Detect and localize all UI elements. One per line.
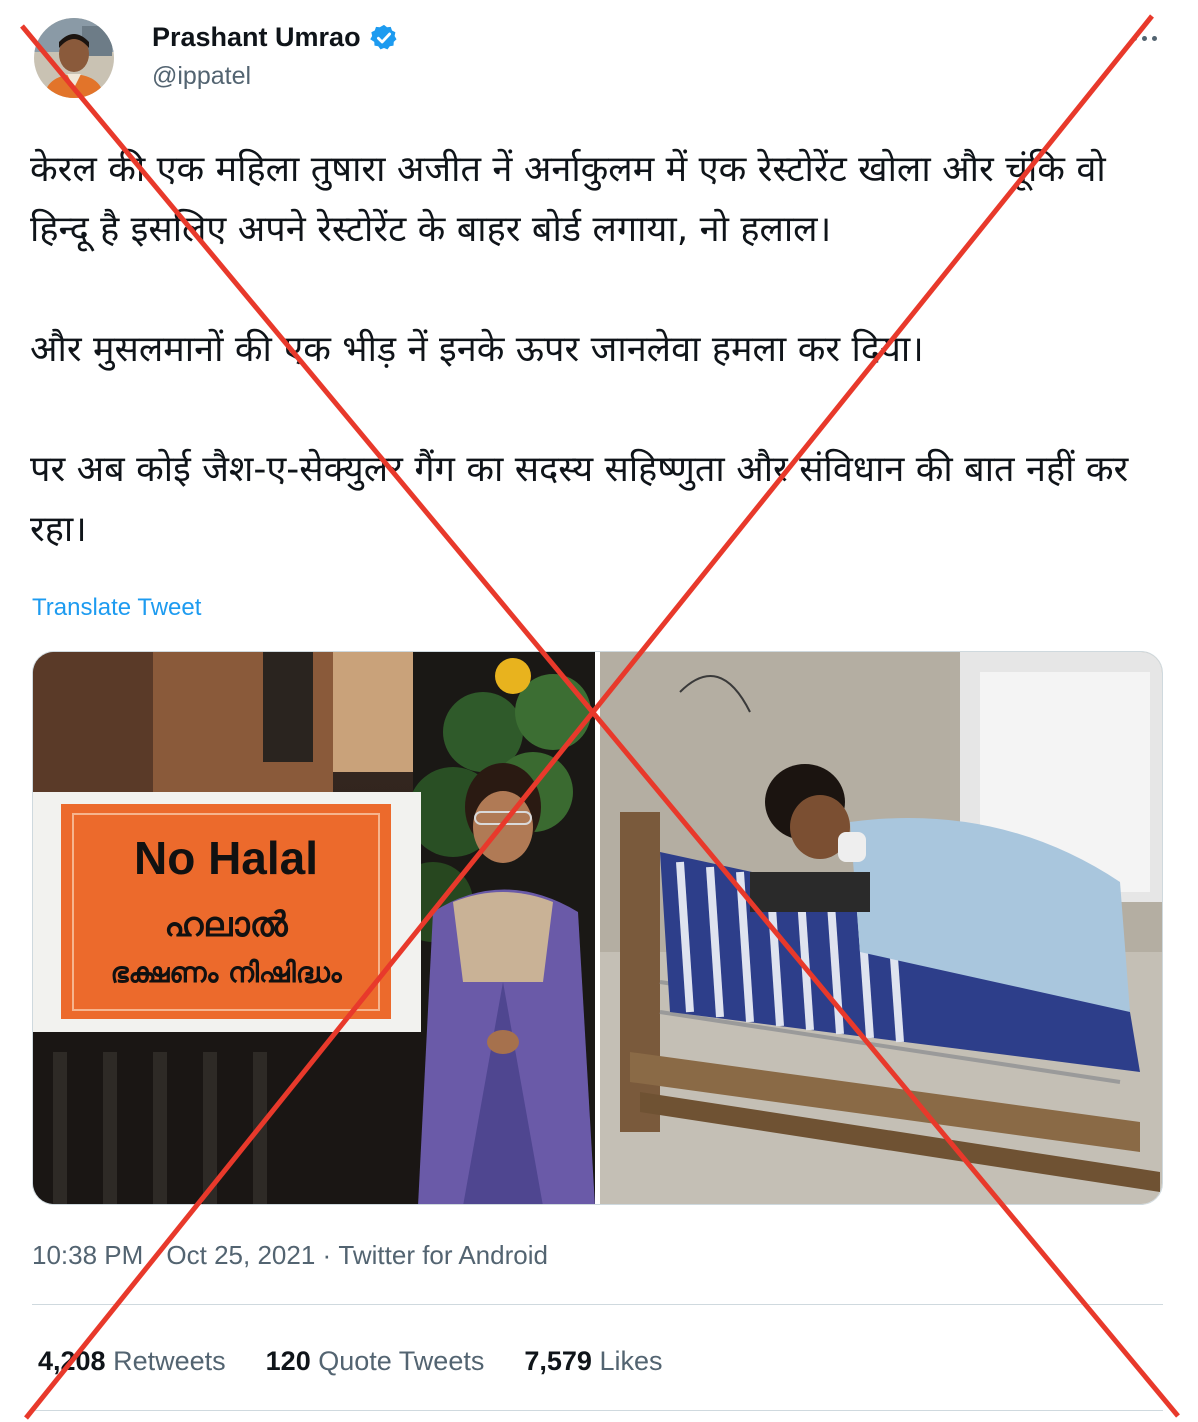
more-options-icon[interactable]: [1124, 26, 1164, 50]
quote-tweets-stat[interactable]: 120 Quote Tweets: [266, 1346, 485, 1377]
retweets-label: Retweets: [113, 1346, 226, 1376]
meta-separator-2: ·: [315, 1240, 339, 1270]
divider-top: [32, 1304, 1163, 1305]
tweet-date[interactable]: Oct 25, 2021: [166, 1240, 315, 1271]
tweet-stats: 4,208 Retweets 120 Quote Tweets 7,579 Li…: [38, 1346, 662, 1377]
quote-tweets-label: Quote Tweets: [318, 1346, 485, 1376]
tweet-time[interactable]: 10:38 PM: [32, 1240, 143, 1271]
likes-count: 7,579: [524, 1346, 592, 1376]
sign-english-text: No Halal: [134, 832, 318, 884]
likes-stat[interactable]: 7,579 Likes: [524, 1346, 662, 1377]
tweet-card: Prashant Umrao @ippatel केरल की एक महिला…: [0, 0, 1198, 1422]
photo-no-halal-sign[interactable]: No Halal ഹലാൽ ഭക്ഷണം നിഷിദ്ധം: [33, 652, 595, 1204]
retweets-stat[interactable]: 4,208 Retweets: [38, 1346, 226, 1377]
photo-woman-in-bed[interactable]: [600, 652, 1162, 1204]
tweet-paragraph-2: और मुसलमानों की एक भीड़ नें इनके ऊपर जान…: [30, 329, 924, 370]
meta-separator-1: ·: [143, 1240, 167, 1270]
verified-badge-icon: [369, 23, 399, 53]
sign-malayalam-line1: ഹലാൽ: [164, 905, 288, 945]
avatar[interactable]: [34, 18, 114, 98]
tweet-meta: 10:38 PM · Oct 25, 2021 · Twitter for An…: [32, 1240, 548, 1271]
user-handle[interactable]: @ippatel: [152, 62, 251, 91]
quote-tweets-count: 120: [265, 1346, 311, 1376]
divider-bottom: [32, 1410, 1163, 1411]
tweet-paragraph-1: केरल की एक महिला तुषारा अजीत नें अर्नाकु…: [30, 149, 1106, 250]
likes-label: Likes: [599, 1346, 663, 1376]
tweet-paragraph-3: पर अब कोई जैश-ए-सेक्युलर गैंग का सदस्य स…: [30, 449, 1129, 550]
tweet-source[interactable]: Twitter for Android: [338, 1240, 548, 1271]
translate-tweet-link[interactable]: Translate Tweet: [32, 594, 201, 622]
tweet-media: No Halal ഹലാൽ ഭക്ഷണം നിഷിദ്ധം: [32, 651, 1163, 1205]
tweet-text: केरल की एक महिला तुषारा अजीत नें अर्नाकु…: [30, 140, 1170, 560]
sign-malayalam-line2: ഭക്ഷണം നിഷിദ്ധം: [110, 956, 342, 989]
display-name-text[interactable]: Prashant Umrao: [152, 22, 361, 53]
display-name[interactable]: Prashant Umrao: [152, 22, 399, 53]
retweets-count: 4,208: [38, 1346, 106, 1376]
